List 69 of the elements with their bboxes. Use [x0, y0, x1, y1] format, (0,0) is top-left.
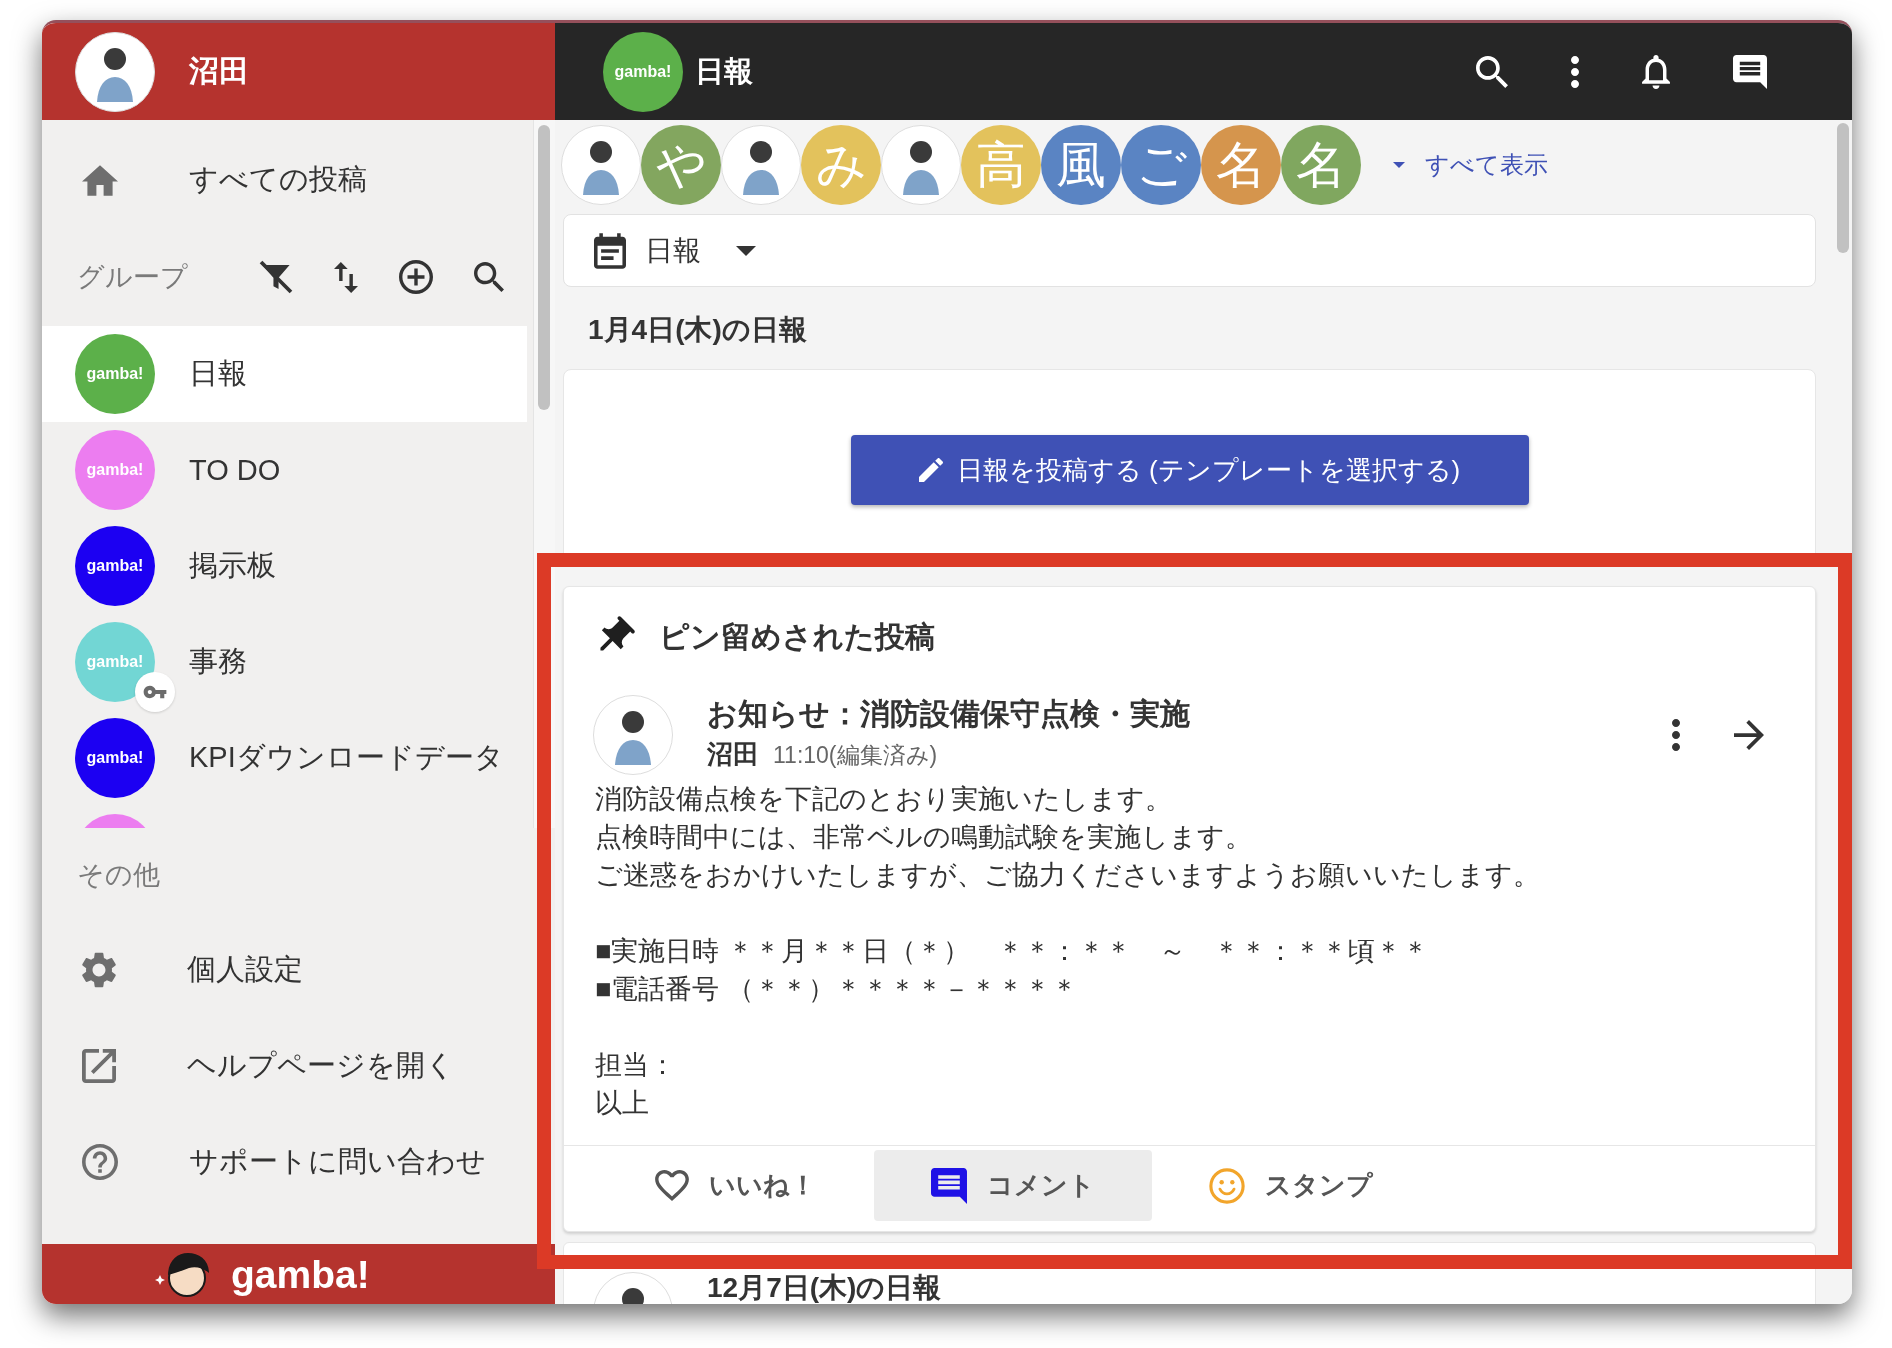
arrow-right-icon[interactable] [1734, 720, 1764, 750]
group-avatar: gamba! [75, 622, 155, 702]
group-item[interactable]: gamba! TO DO [42, 422, 527, 518]
sidebar-item[interactable]: すべての投稿 [42, 132, 533, 228]
comment-icon [931, 1167, 967, 1204]
sidebar-item[interactable]: サポートに問い合わせ [42, 1114, 555, 1210]
logo-text: gamba! [231, 1254, 370, 1294]
more-icon[interactable] [1672, 719, 1680, 751]
sort-icon[interactable] [334, 261, 358, 293]
pinned-heading: ピン留めされた投稿 [659, 618, 935, 655]
user-name: 沼田 [189, 53, 249, 89]
add-icon[interactable] [399, 260, 433, 294]
post-title[interactable]: 12月7日(木)の日報 [707, 1272, 942, 1304]
smiley-icon [1209, 1167, 1245, 1204]
member-avatar[interactable]: ご [1121, 125, 1201, 205]
home-icon [82, 164, 118, 196]
scrollbar-thumb[interactable] [538, 125, 550, 410]
person-avatar-icon[interactable] [75, 31, 155, 112]
settings-icon [82, 952, 116, 988]
post-time: 11:10(編集済み) [773, 741, 938, 770]
calendar-icon [594, 232, 626, 269]
filter-off-icon[interactable] [259, 260, 293, 294]
author-name: 沼田 [707, 738, 759, 771]
group-item[interactable]: gamba! KPIダウンロードデータ [42, 710, 527, 806]
help-icon [82, 1144, 118, 1180]
like-button[interactable]: いいね！ [596, 1150, 874, 1221]
person-avatar-icon[interactable] [561, 125, 641, 205]
group-avatar: gamba! [603, 31, 683, 112]
person-avatar-icon[interactable] [721, 125, 801, 205]
group-item[interactable]: gamba! 日報 [42, 326, 527, 422]
heart-icon [654, 1170, 689, 1201]
group-avatar: gamba! [75, 334, 155, 414]
sidebar-item[interactable]: ヘルプページを開く [42, 1018, 555, 1114]
compose-button[interactable]: 日報を投稿する (テンプレートを選択する) [850, 435, 1529, 505]
caret-icon [736, 245, 756, 256]
more-icon[interactable] [1571, 55, 1579, 88]
post-text: ■電話番号 （＊＊）＊＊＊＊－＊＊＊＊ [595, 973, 1078, 1006]
post-text: 消防設備点検を下記のとおり実施いたします。 [595, 783, 1172, 816]
search-icon[interactable] [1476, 55, 1508, 88]
post-text: 以上 [595, 1087, 649, 1120]
page-title: 日報 [695, 53, 753, 89]
pencil-icon [918, 458, 943, 482]
group-avatar: gamba! [75, 718, 155, 798]
caret-icon [1393, 162, 1405, 168]
group-item[interactable]: gamba! 掲示板 [42, 518, 527, 614]
stamp-button[interactable]: スタンプ [1152, 1150, 1430, 1221]
person-avatar-icon[interactable] [593, 695, 673, 775]
group-item[interactable]: gamba! 事務 [42, 614, 527, 710]
post-text: ご迷惑をおかけいたしますが、ご協力くださいますようお願いいたします。 [595, 859, 1540, 892]
sidebar-item[interactable]: 個人設定 [42, 922, 555, 1018]
message-icon[interactable] [1733, 54, 1767, 89]
person-avatar-icon[interactable] [881, 125, 961, 205]
post-text: 担当： [595, 1049, 676, 1082]
scrollbar-thumb[interactable] [1837, 123, 1849, 253]
post-text: ■実施日時 ＊＊月＊＊日（＊） ＊＊：＊＊ ～ ＊＊：＊＊頃＊＊ [595, 935, 1429, 968]
show-all-link[interactable]: すべて表示 [1393, 149, 1548, 181]
group-avatar: gamba! [75, 430, 155, 510]
date-heading: 1月4日(木)の日報 [588, 313, 808, 347]
post-text: 点検時間中には、非常ベルの鳴動試験を実施します。 [595, 821, 1252, 854]
search-icon[interactable] [474, 262, 504, 292]
bell-icon[interactable] [1642, 54, 1670, 89]
external-link-icon [82, 1049, 116, 1083]
group-select[interactable]: 日報 [594, 231, 756, 270]
comment-button[interactable]: コメント [874, 1150, 1152, 1221]
member-avatar[interactable]: 風 [1041, 125, 1121, 205]
section-label: グループ [77, 261, 188, 294]
group-avatar: gamba! [75, 526, 155, 606]
post-title[interactable]: お知らせ：消防設備保守点検・実施 [707, 695, 1672, 733]
section-label: その他 [76, 859, 161, 892]
